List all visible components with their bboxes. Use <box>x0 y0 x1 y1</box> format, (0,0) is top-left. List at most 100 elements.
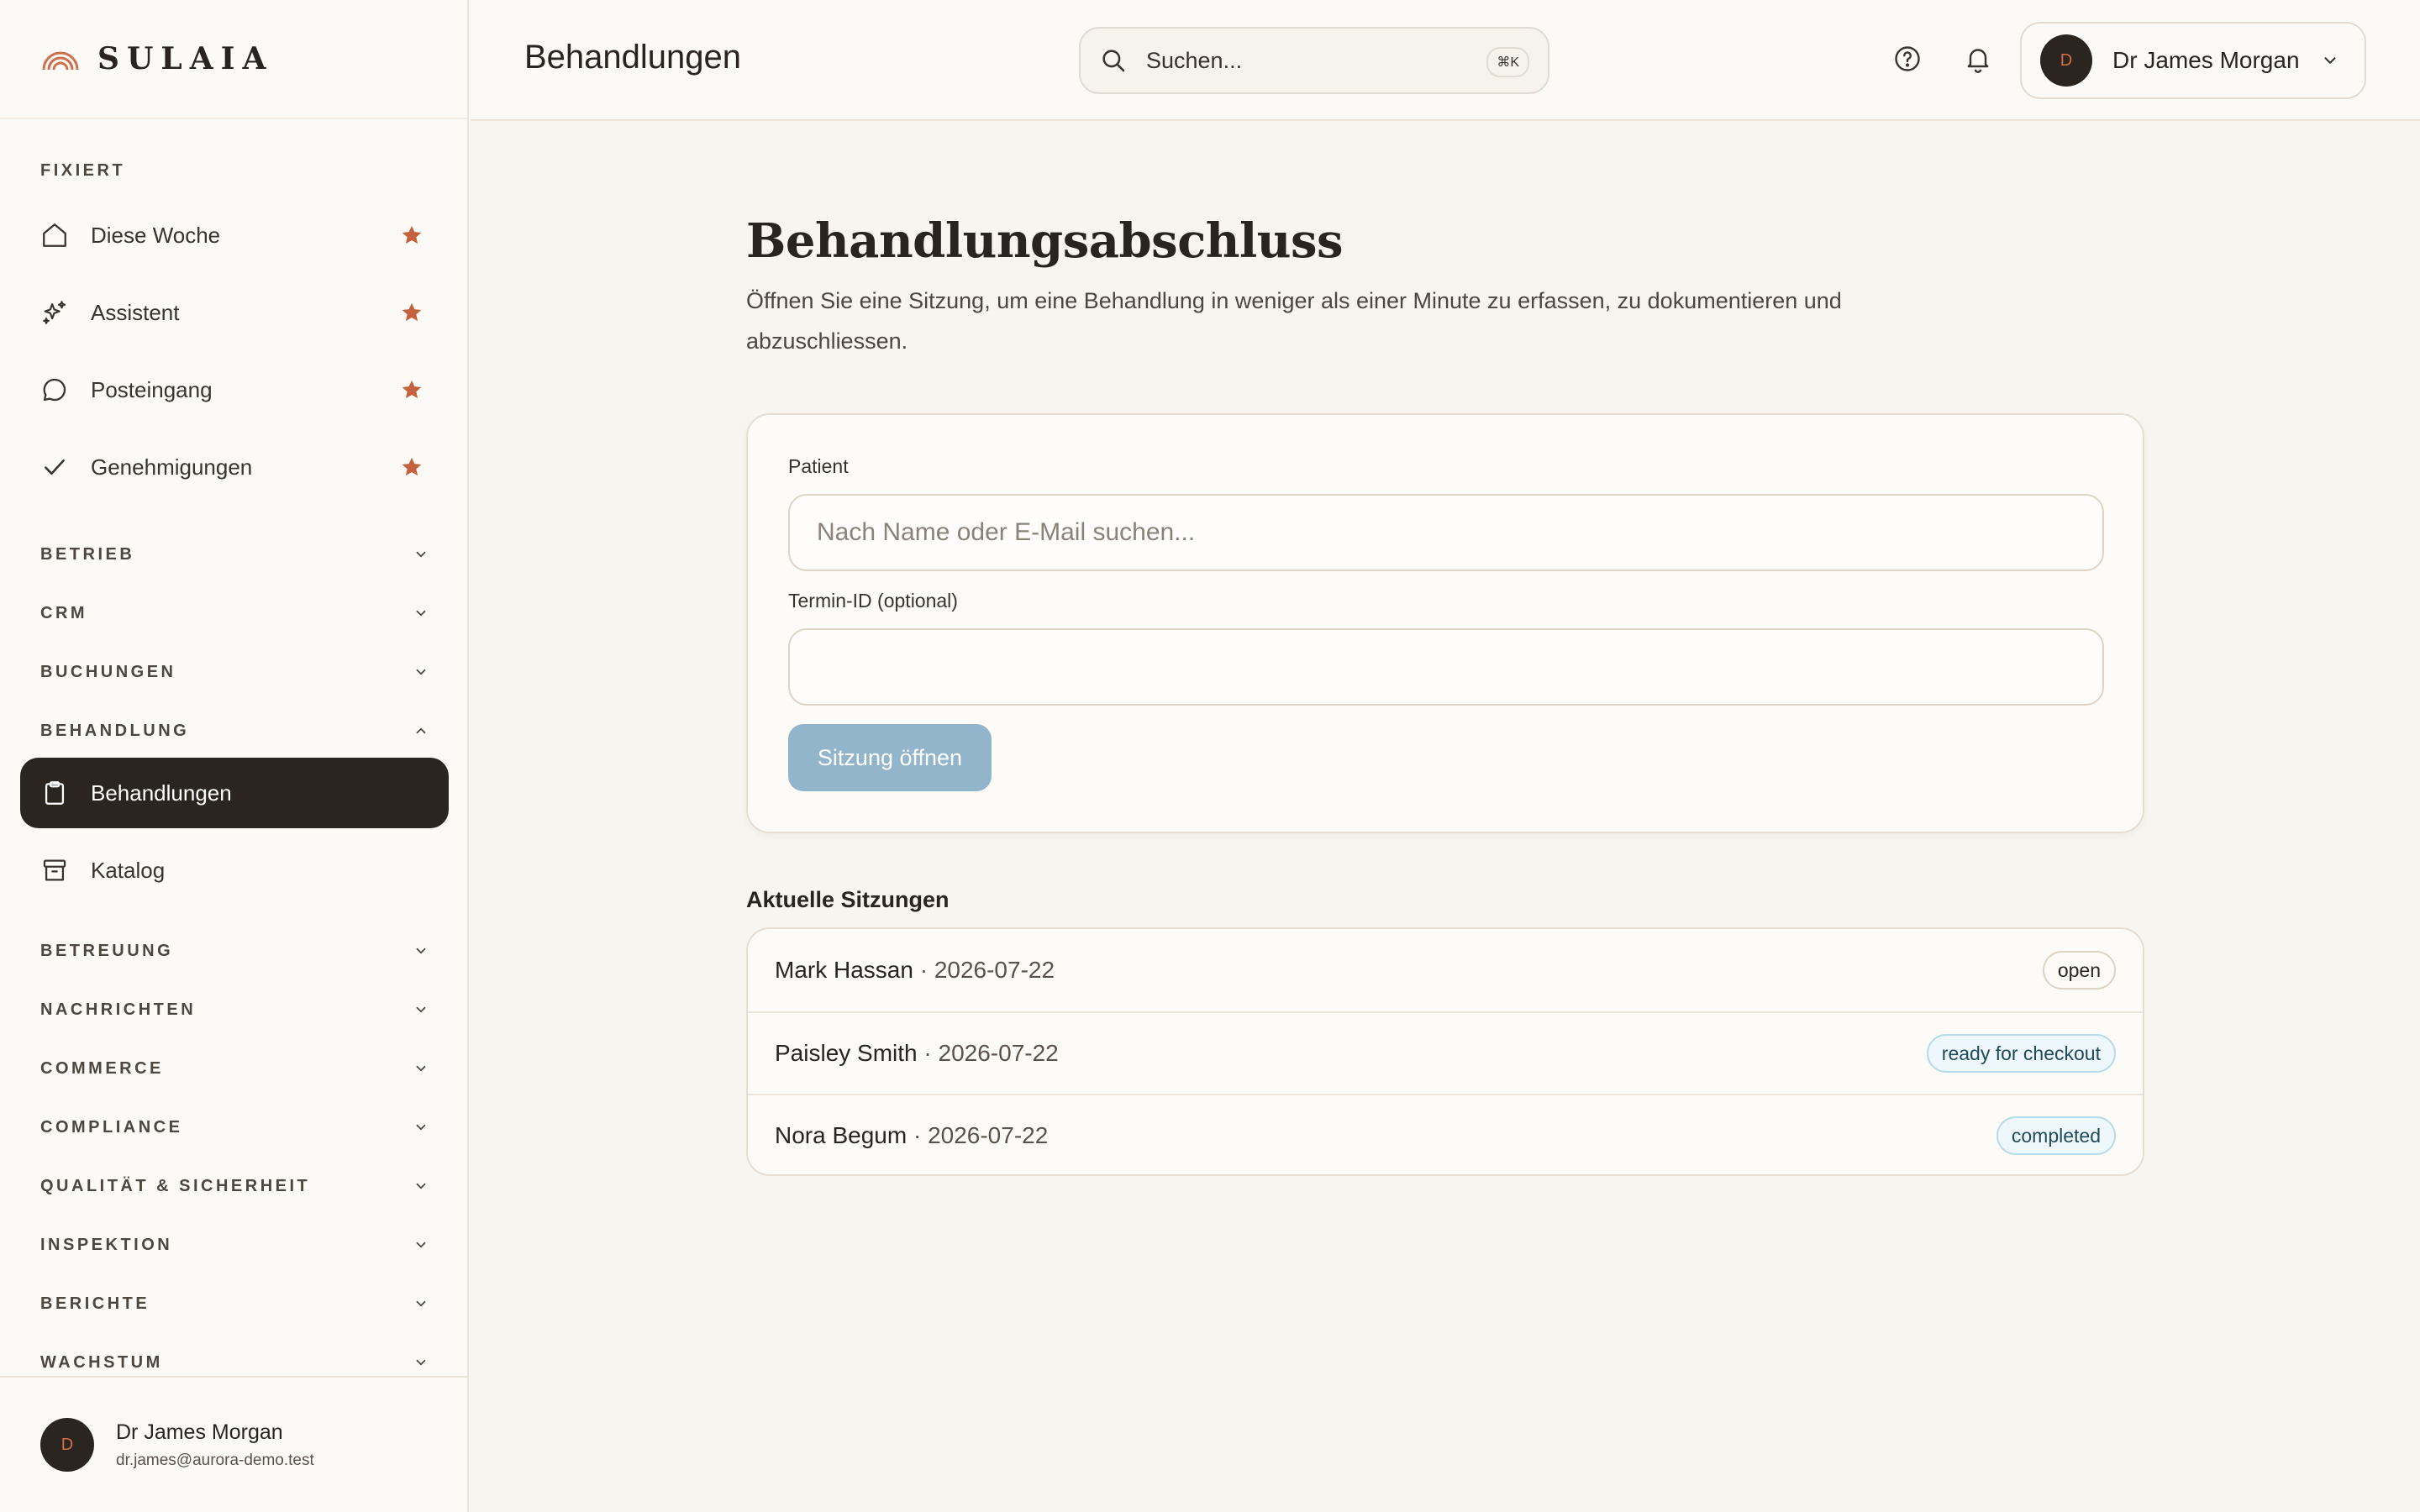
nav-group-label: BUCHUNGEN <box>40 662 176 681</box>
page-title: Behandlungen <box>524 39 742 76</box>
list-item[interactable]: Mark Hassan · 2026-07-22 open <box>748 929 2143 1011</box>
search-shortcut-badge: ⌘K <box>1486 47 1529 77</box>
sparkles-icon <box>43 301 66 324</box>
open-session-button[interactable]: Sitzung öffnen <box>788 724 992 791</box>
help-icon[interactable] <box>1892 44 1923 74</box>
logo-icon <box>42 51 79 71</box>
nav-group-wachstum[interactable]: WACHSTUM <box>40 1346 429 1379</box>
sidebar-item-katalog[interactable]: Katalog <box>20 835 449 906</box>
search-icon <box>1102 50 1125 72</box>
nav-group-buchungen[interactable]: BUCHUNGEN <box>40 655 429 689</box>
nav-group-behandlung[interactable]: BEHANDLUNG <box>40 714 429 748</box>
recent-sessions-title: Aktuelle Sitzungen <box>746 887 950 912</box>
section-heading: Behandlungsabschluss <box>746 213 1344 269</box>
avatar: D <box>40 1418 94 1472</box>
clipboard-icon <box>45 781 65 805</box>
search-bar[interactable]: ⌘K <box>1079 27 1549 94</box>
session-date: · 2026-07-22 <box>923 1040 1059 1066</box>
session-info: Paisley Smith · 2026-07-22 <box>775 1040 1059 1067</box>
status-badge: open <box>2042 951 2116 990</box>
chat-bubble-icon <box>43 378 66 402</box>
chevron-down-icon <box>416 1359 426 1366</box>
star-icon[interactable] <box>400 378 424 402</box>
chevron-down-icon <box>416 669 426 675</box>
nav-group-label: CRM <box>40 603 88 622</box>
list-item[interactable]: Nora Begum · 2026-07-22 completed <box>748 1094 2143 1174</box>
sidebar-item-diese-woche[interactable]: Diese Woche <box>20 200 449 270</box>
patient-name: Mark Hassan <box>775 957 913 983</box>
chevron-down-icon <box>416 948 426 954</box>
user-email: dr.james@aurora-demo.test <box>116 1451 314 1469</box>
nav-group-label: COMPLIANCE <box>40 1117 183 1137</box>
sidebar-item-label: Diese Woche <box>91 222 221 248</box>
nav-group-label: BETRIEB <box>40 544 135 564</box>
session-info: Nora Begum · 2026-07-22 <box>775 1122 1048 1149</box>
patient-name: Nora Begum <box>775 1122 908 1148</box>
chevron-down-icon <box>416 1183 426 1189</box>
archive-box-icon <box>43 859 66 881</box>
nav-group-betreuung[interactable]: BETREUUNG <box>40 934 429 968</box>
sidebar-item-label: Katalog <box>91 857 166 883</box>
user-name: Dr James Morgan <box>116 1420 283 1444</box>
brand[interactable]: SULAIA <box>0 0 467 119</box>
list-item[interactable]: Paisley Smith · 2026-07-22 ready for che… <box>748 1011 2143 1094</box>
sidebar-item-label: Posteingang <box>91 376 213 402</box>
nav-group-label: BETREUUNG <box>40 941 174 960</box>
nav-group-berichte[interactable]: BERICHTE <box>40 1287 429 1320</box>
pinned-section-label: FIXIERT <box>40 161 126 180</box>
sidebar: SULAIA FIXIERT Diese Woche Assistent Pos… <box>0 0 469 1512</box>
session-date: · 2026-07-22 <box>913 1122 1049 1148</box>
status-badge: ready for checkout <box>1926 1034 2116 1073</box>
chevron-down-icon <box>416 1006 426 1013</box>
nav-group-nachrichten[interactable]: NACHRICHTEN <box>40 993 429 1026</box>
check-icon <box>45 459 65 475</box>
session-info: Mark Hassan · 2026-07-22 <box>775 957 1055 984</box>
nav-group-inspektion[interactable]: INSPEKTION <box>40 1228 429 1262</box>
chevron-down-icon <box>416 1124 426 1131</box>
nav-group-betrieb[interactable]: BETRIEB <box>40 538 429 571</box>
home-icon <box>43 223 66 247</box>
nav-group-label: INSPEKTION <box>40 1235 173 1254</box>
chevron-down-icon <box>416 1300 426 1307</box>
user-menu-button[interactable]: D Dr James Morgan <box>2020 22 2366 99</box>
chevron-down-icon <box>416 1065 426 1072</box>
star-icon[interactable] <box>400 301 424 324</box>
sidebar-item-genehmigungen[interactable]: Genehmigungen <box>20 432 449 502</box>
sidebar-item-behandlungen[interactable]: Behandlungen <box>20 758 449 828</box>
avatar: D <box>2040 34 2092 87</box>
nav-group-qualitaet-sicherheit[interactable]: QUALITÄT & SICHERHEIT <box>40 1169 429 1203</box>
patient-search-input[interactable] <box>788 494 2104 571</box>
session-date: · 2026-07-22 <box>919 957 1055 983</box>
chevron-down-icon <box>416 1242 426 1248</box>
sidebar-item-posteingang[interactable]: Posteingang <box>20 354 449 425</box>
sidebar-item-assistent[interactable]: Assistent <box>20 277 449 348</box>
section-subtitle: Öffnen Sie eine Sitzung, um eine Behandl… <box>746 288 1842 354</box>
nav-group-label: NACHRICHTEN <box>40 1000 197 1019</box>
nav-group-crm[interactable]: CRM <box>40 596 429 630</box>
star-icon[interactable] <box>400 223 424 247</box>
chevron-up-icon <box>416 727 426 734</box>
sidebar-user-profile[interactable]: D Dr James Morgan dr.james@aurora-demo.t… <box>0 1376 467 1512</box>
star-icon[interactable] <box>400 455 424 479</box>
recent-sessions-list: Mark Hassan · 2026-07-22 open Paisley Sm… <box>746 927 2144 1176</box>
nav-group-label: WACHSTUM <box>40 1352 163 1372</box>
user-info: Dr James Morgan dr.james@aurora-demo.tes… <box>116 1420 314 1470</box>
status-badge: completed <box>1996 1116 2116 1155</box>
session-form-card: Patient Termin-ID (optional) Sitzung öff… <box>746 413 2144 833</box>
nav-group-label: BEHANDLUNG <box>40 721 190 740</box>
brand-name: SULAIA <box>97 41 274 76</box>
user-name: Dr James Morgan <box>2112 47 2300 73</box>
appointment-id-input[interactable] <box>788 628 2104 706</box>
nav-group-label: BERICHTE <box>40 1294 150 1313</box>
nav-group-commerce[interactable]: COMMERCE <box>40 1052 429 1085</box>
search-input[interactable] <box>1146 47 1465 74</box>
patient-name: Paisley Smith <box>775 1040 918 1066</box>
patient-label: Patient <box>788 455 849 477</box>
chevron-down-icon <box>416 551 426 558</box>
nav-group-compliance[interactable]: COMPLIANCE <box>40 1110 429 1144</box>
chevron-down-icon <box>2324 57 2336 65</box>
sidebar-item-label: Behandlungen <box>91 780 232 806</box>
chevron-down-icon <box>416 610 426 617</box>
bell-icon[interactable] <box>1963 44 1993 74</box>
nav-group-label: QUALITÄT & SICHERHEIT <box>40 1176 311 1195</box>
